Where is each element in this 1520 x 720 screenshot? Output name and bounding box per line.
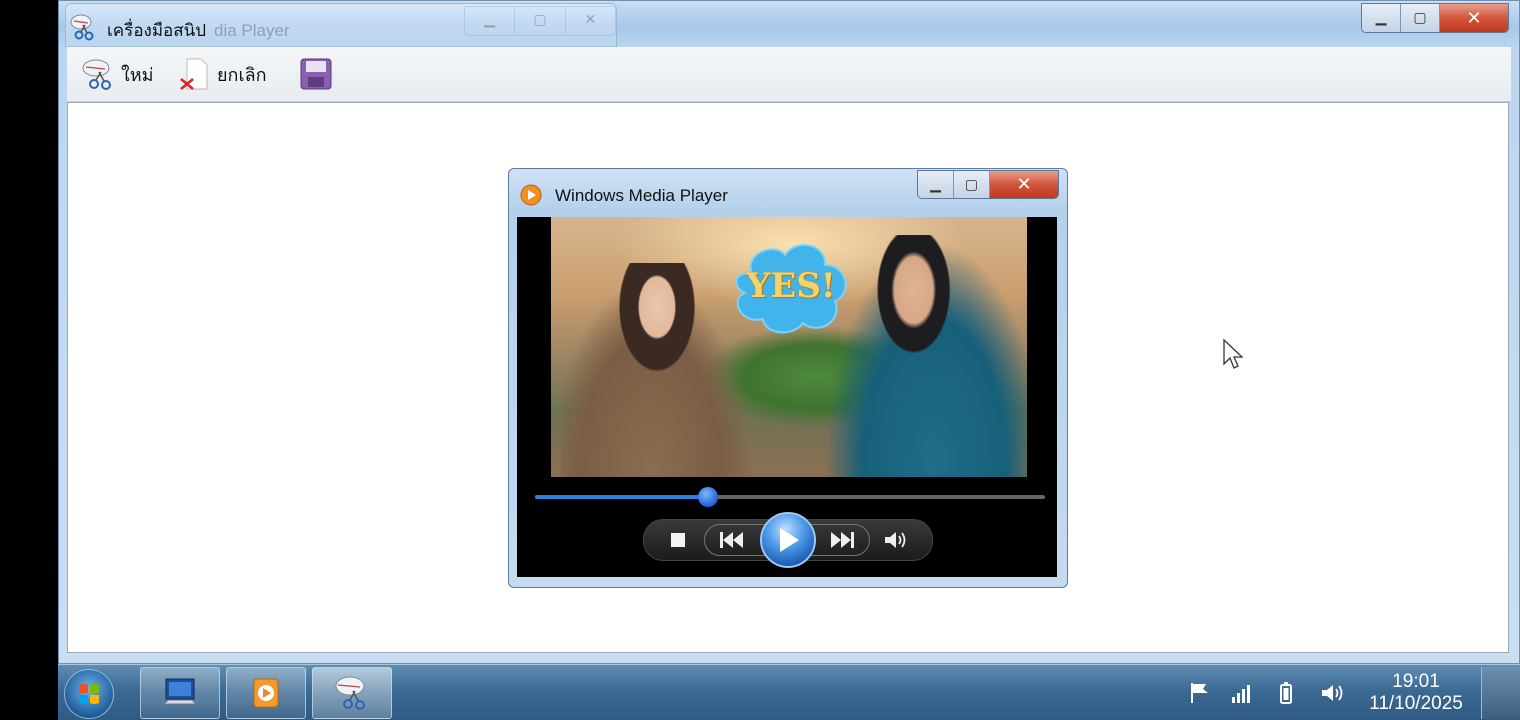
media-player-window: Windows Media Player ▁ ▢ ✕ YES! [508,168,1068,588]
media-player-window-controls: ▁ ▢ ✕ [917,170,1059,199]
media-player-title: Windows Media Player [555,186,728,205]
playback-controls [643,512,933,568]
taskbar-computer-button[interactable] [140,667,220,719]
new-snip-icon [82,59,111,90]
windows-logo-icon [79,684,99,704]
mute-button[interactable] [882,528,908,552]
new-snip-button[interactable]: ใหม่ [81,57,154,91]
media-player-maximize-button[interactable]: ▢ [954,171,990,198]
minimize-icon: ▁ [1375,10,1387,26]
close-icon: ✕ [1016,174,1032,195]
floppy-disk-icon [300,58,332,90]
signal-icon[interactable] [1230,681,1254,705]
ghost-minimize-icon: ▁ [465,7,516,35]
speaker-icon [885,532,906,548]
ghost-maximize-icon: ▢ [515,7,566,35]
cancel-icon [180,58,208,90]
snipping-tool-window-controls: ▁ ▢ ✕ [1361,3,1509,33]
new-snip-label: ใหม่ [121,64,154,86]
desktop: dia Player ▁ ▢ ✕ เครื่องมือสนิป ▁ ▢ ✕ ให… [58,0,1520,720]
snipping-tool-title: เครื่องมือสนิป [107,21,207,40]
media-player-icon [520,184,542,206]
stop-icon [671,533,685,547]
close-icon: ✕ [1466,7,1482,29]
video-frame: YES! [551,217,1027,477]
seek-bar-fill [535,495,709,499]
next-button[interactable] [828,528,856,552]
media-player-close-button[interactable]: ✕ [990,171,1058,198]
maximize-icon: ▢ [964,176,979,193]
taskbar-snipping-tool-button[interactable] [312,667,392,719]
media-player-icon [253,678,279,708]
yes-cloud-sticker: YES! [723,235,859,337]
save-button[interactable] [299,57,333,91]
cancel-label: ยกเลิก [217,64,267,86]
previous-button[interactable] [718,528,746,552]
close-button[interactable]: ✕ [1440,4,1508,32]
taskbar-clock[interactable]: 19:01 11/10/2025 [1358,671,1474,715]
show-desktop-button[interactable] [1481,667,1520,719]
battery-icon[interactable] [1274,681,1298,705]
maximize-button[interactable]: ▢ [1401,4,1440,32]
snipping-tool-titlebar[interactable]: dia Player ▁ ▢ ✕ เครื่องมือสนิป ▁ ▢ ✕ [59,1,1519,47]
ghost-window-buttons: ▁ ▢ ✕ [464,6,616,36]
previous-icon [720,532,743,548]
yes-text: YES! [746,266,836,306]
ghost-close-icon: ✕ [584,12,597,28]
media-player-minimize-button[interactable]: ▁ [918,171,954,198]
taskbar: 19:01 11/10/2025 [58,664,1520,720]
ghost-window-title: dia Player [214,21,290,40]
seek-bar[interactable] [535,487,1045,507]
play-icon [780,528,799,552]
stop-button[interactable] [668,530,688,550]
minimize-icon: ▁ [930,176,941,193]
computer-icon [162,678,198,705]
seek-bar-handle[interactable] [698,487,719,507]
video-area[interactable]: YES! [517,217,1057,577]
next-icon [831,532,854,548]
mouse-cursor-icon [1223,338,1244,369]
flag-icon[interactable] [1188,681,1212,705]
maximize-icon: ▢ [1413,10,1427,26]
taskbar-media-player-button[interactable] [226,667,306,719]
snipping-tool-toolbar: ใหม่ ยกเลิก [67,47,1511,102]
play-button[interactable] [760,512,816,568]
volume-icon[interactable] [1320,681,1344,705]
scissors-icon [335,676,365,710]
scissors-icon [70,14,94,41]
minimize-button[interactable]: ▁ [1362,4,1401,32]
cancel-button[interactable]: ยกเลิก [179,57,267,91]
clock-date: 11/10/2025 [1369,693,1463,714]
clock-time: 19:01 [1392,671,1440,692]
start-button[interactable] [64,669,114,719]
